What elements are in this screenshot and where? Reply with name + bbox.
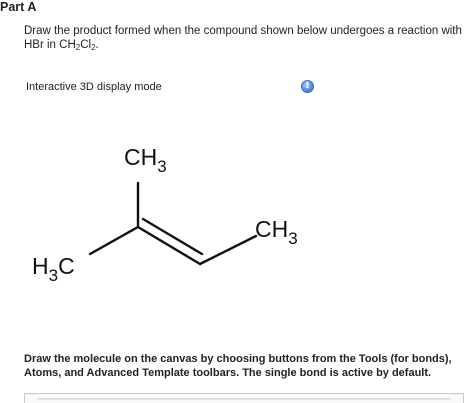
question-period: . (95, 39, 99, 51)
drawing-instructions: Draw the molecule on the canvas by choos… (24, 353, 452, 379)
atom-label-right-ch3: CH3 (255, 216, 298, 248)
drawing-canvas[interactable] (24, 393, 464, 403)
atom-label-left-h3c: H3C (32, 253, 75, 285)
part-title: Part A (0, 0, 37, 14)
bond-double-outer (136, 225, 202, 266)
bond-left-methyl (88, 225, 140, 256)
question-line-1: Draw the product formed when the compoun… (24, 25, 462, 37)
question-text: Draw the product formed when the compoun… (24, 24, 464, 52)
question-line-2: HBr in CH2Cl2. (24, 38, 464, 52)
question-reagent-cl: Cl (80, 39, 92, 51)
display-mode-label: Interactive 3D display mode (26, 81, 162, 93)
info-icon[interactable]: i (301, 80, 314, 93)
question-reagent: HBr in CH (24, 39, 76, 51)
atom-label-top-ch3: CH3 (124, 144, 167, 176)
molecule-structure: CH3 CH3 H3C (32, 144, 298, 285)
bond-right-methyl (198, 234, 258, 266)
